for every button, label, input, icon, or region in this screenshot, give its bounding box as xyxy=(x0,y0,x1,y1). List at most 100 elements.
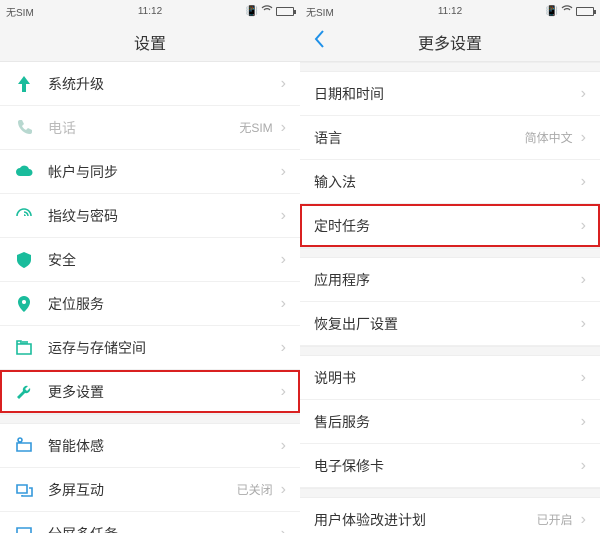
settings-list: 系统升级› 电话无SIM› 帐户与同步› 指纹与密码› 安全› 定位服务› 运存… xyxy=(0,62,300,533)
list-item-label: 应用程序 xyxy=(314,270,581,290)
vibrate-icon: 📳 xyxy=(546,6,558,17)
section-gap xyxy=(300,248,600,258)
list-item[interactable]: 日期和时间› xyxy=(300,72,600,116)
chevron-right-icon: › xyxy=(581,85,586,103)
list-item-label: 运存与存储空间 xyxy=(48,338,281,358)
list-item-value: 已关闭 xyxy=(237,481,273,498)
list-item[interactable]: 运存与存储空间› xyxy=(0,326,300,370)
list-item[interactable]: 电子保修卡› xyxy=(300,444,600,488)
list-item-label: 定位服务 xyxy=(48,294,281,314)
chevron-right-icon: › xyxy=(581,217,586,235)
status-bar: 无SIM 11:12 📳 xyxy=(0,0,300,22)
wifi-icon xyxy=(561,5,573,18)
list-item[interactable]: 更多设置› xyxy=(0,370,300,414)
more-settings-screen: 无SIM 11:12 📳 更多设置 日期和时间›语言简体中文›输入法›定时任务›… xyxy=(300,0,600,533)
section-gap xyxy=(300,62,600,72)
chevron-right-icon: › xyxy=(281,207,286,225)
list-item-value: 简体中文 xyxy=(525,129,573,146)
list-item-label: 安全 xyxy=(48,250,281,270)
chevron-right-icon: › xyxy=(281,75,286,93)
chevron-right-icon: › xyxy=(581,457,586,475)
motion-icon xyxy=(14,436,34,456)
chevron-right-icon: › xyxy=(281,437,286,455)
header: 设置 xyxy=(0,22,300,62)
status-right: 📳 xyxy=(246,5,294,18)
list-item[interactable]: 安全› xyxy=(0,238,300,282)
list-item[interactable]: 系统升级› xyxy=(0,62,300,106)
list-item[interactable]: 帐户与同步› xyxy=(0,150,300,194)
chevron-right-icon: › xyxy=(281,163,286,181)
chevron-right-icon: › xyxy=(581,271,586,289)
chevron-right-icon: › xyxy=(581,413,586,431)
list-item-label: 日期和时间 xyxy=(314,84,581,104)
page-title: 更多设置 xyxy=(418,30,482,54)
chevron-right-icon: › xyxy=(281,383,286,401)
list-item[interactable]: 多屏互动已关闭 › xyxy=(0,468,300,512)
list-item-label: 售后服务 xyxy=(314,412,581,432)
wrench-icon xyxy=(14,382,34,402)
chevron-right-icon: › xyxy=(581,315,586,333)
list-item-label: 语言 xyxy=(314,128,525,148)
list-item[interactable]: 用户体验改进计划已开启 › xyxy=(300,498,600,533)
status-time: 11:12 xyxy=(438,6,462,17)
list-item-label: 系统升级 xyxy=(48,74,281,94)
storage-icon xyxy=(14,338,34,358)
list-item-value: 已开启 xyxy=(537,511,573,528)
list-item-label: 用户体验改进计划 xyxy=(314,510,537,530)
phone-icon xyxy=(14,118,34,138)
chevron-right-icon: › xyxy=(581,369,586,387)
cloud-icon xyxy=(14,162,34,182)
list-item-label: 更多设置 xyxy=(48,382,281,402)
list-item[interactable]: 输入法› xyxy=(300,160,600,204)
list-item[interactable]: 应用程序› xyxy=(300,258,600,302)
status-time: 11:12 xyxy=(138,6,162,17)
section-gap xyxy=(300,488,600,498)
list-item[interactable]: 电话无SIM › xyxy=(0,106,300,150)
status-sim: 无SIM xyxy=(6,4,34,19)
chevron-right-icon: › xyxy=(281,481,286,499)
vibrate-icon: 📳 xyxy=(246,6,258,17)
chevron-right-icon: › xyxy=(581,129,586,147)
list-item-label: 说明书 xyxy=(314,368,581,388)
list-item[interactable]: 指纹与密码› xyxy=(0,194,300,238)
list-item-label: 电话 xyxy=(48,118,239,138)
page-title: 设置 xyxy=(134,30,166,54)
fingerprint-icon xyxy=(14,206,34,226)
section-gap xyxy=(300,346,600,356)
wifi-icon xyxy=(261,5,273,18)
battery-icon xyxy=(576,7,594,16)
chevron-right-icon: › xyxy=(581,173,586,191)
list-item-label: 定时任务 xyxy=(314,216,581,236)
chevron-right-icon: › xyxy=(281,295,286,313)
list-item-label: 分屏多任务 xyxy=(48,524,281,533)
list-item[interactable]: 定位服务› xyxy=(0,282,300,326)
multiscreen-icon xyxy=(14,480,34,500)
section-gap xyxy=(0,414,300,424)
list-item[interactable]: 语言简体中文 › xyxy=(300,116,600,160)
battery-icon xyxy=(276,7,294,16)
list-item-label: 智能体感 xyxy=(48,436,281,456)
status-bar: 无SIM 11:12 📳 xyxy=(300,0,600,22)
list-item[interactable]: 售后服务› xyxy=(300,400,600,444)
list-item[interactable]: 恢复出厂设置› xyxy=(300,302,600,346)
chevron-right-icon: › xyxy=(281,119,286,137)
back-button[interactable] xyxy=(312,28,326,56)
chevron-right-icon: › xyxy=(581,511,586,529)
list-item-label: 多屏互动 xyxy=(48,480,237,500)
list-item-label: 电子保修卡 xyxy=(314,456,581,476)
chevron-right-icon: › xyxy=(281,251,286,269)
list-item-label: 指纹与密码 xyxy=(48,206,281,226)
list-item-label: 恢复出厂设置 xyxy=(314,314,581,334)
location-icon xyxy=(14,294,34,314)
list-item-label: 输入法 xyxy=(314,172,581,192)
list-item-value: 无SIM xyxy=(239,119,272,136)
list-item[interactable]: 说明书› xyxy=(300,356,600,400)
status-sim: 无SIM xyxy=(306,4,334,19)
shield-icon xyxy=(14,250,34,270)
list-item-label: 帐户与同步 xyxy=(48,162,281,182)
split-icon xyxy=(14,524,34,533)
list-item[interactable]: 分屏多任务› xyxy=(0,512,300,533)
upgrade-icon xyxy=(14,74,34,94)
list-item[interactable]: 智能体感› xyxy=(0,424,300,468)
list-item[interactable]: 定时任务› xyxy=(300,204,600,248)
